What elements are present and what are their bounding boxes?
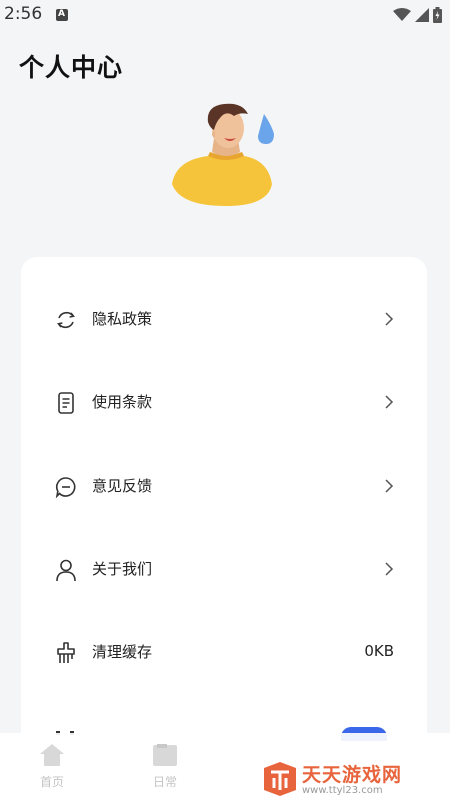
menu-item-about-us[interactable]: 关于我们	[21, 540, 427, 600]
status-time: 2:56	[4, 4, 43, 24]
menu-item-label: 意见反馈	[92, 477, 153, 495]
watermark-text: 天天游戏网	[302, 764, 403, 786]
folder-icon	[153, 744, 177, 766]
tab-label: 首页	[39, 775, 64, 789]
settings-card: 隐私政策 使用条款 意见反馈 关于我们 清理缓存 0KB	[21, 257, 427, 777]
menu-item-label: 使用条款	[92, 393, 153, 411]
brush-icon	[57, 642, 75, 663]
wifi-icon	[393, 8, 411, 21]
menu-item-label: 关于我们	[92, 560, 153, 578]
menu-item-label: 隐私政策	[92, 310, 153, 328]
menu-item-privacy-policy[interactable]: 隐私政策	[21, 290, 427, 350]
signal-icon	[415, 8, 429, 22]
page-title: 个人中心	[19, 53, 124, 82]
avatar	[168, 100, 284, 210]
cache-size-value: 0KB	[364, 642, 394, 660]
person-icon	[56, 559, 76, 582]
chevron-right-icon	[385, 312, 394, 326]
tab-home[interactable]: 首页	[22, 743, 82, 803]
chevron-right-icon	[385, 562, 394, 576]
watermark-logo-icon	[264, 762, 296, 796]
menu-item-terms-of-use[interactable]: 使用条款	[21, 373, 427, 433]
notification-letter: A	[58, 9, 65, 19]
menu-item-label: 清理缓存	[92, 643, 153, 661]
home-icon	[40, 744, 64, 766]
menu-item-feedback[interactable]: 意见反馈	[21, 457, 427, 517]
watermark-logo: 天天游戏网 www.ttyl23.com	[262, 760, 422, 800]
chat-bubble-icon	[55, 477, 76, 499]
tab-daily[interactable]: 日常	[135, 743, 195, 803]
document-icon	[58, 392, 74, 414]
battery-icon	[433, 7, 442, 23]
chevron-right-icon	[385, 479, 394, 493]
tab-label: 日常	[152, 775, 177, 789]
watermark-url: www.ttyl23.com	[302, 785, 383, 796]
chevron-right-icon	[385, 395, 394, 409]
refresh-icon	[57, 311, 75, 329]
status-icons	[389, 6, 442, 24]
notification-icon: A	[56, 9, 68, 21]
menu-item-clear-cache[interactable]: 清理缓存 0KB	[21, 623, 427, 683]
status-bar: 2:56 A	[0, 0, 450, 30]
